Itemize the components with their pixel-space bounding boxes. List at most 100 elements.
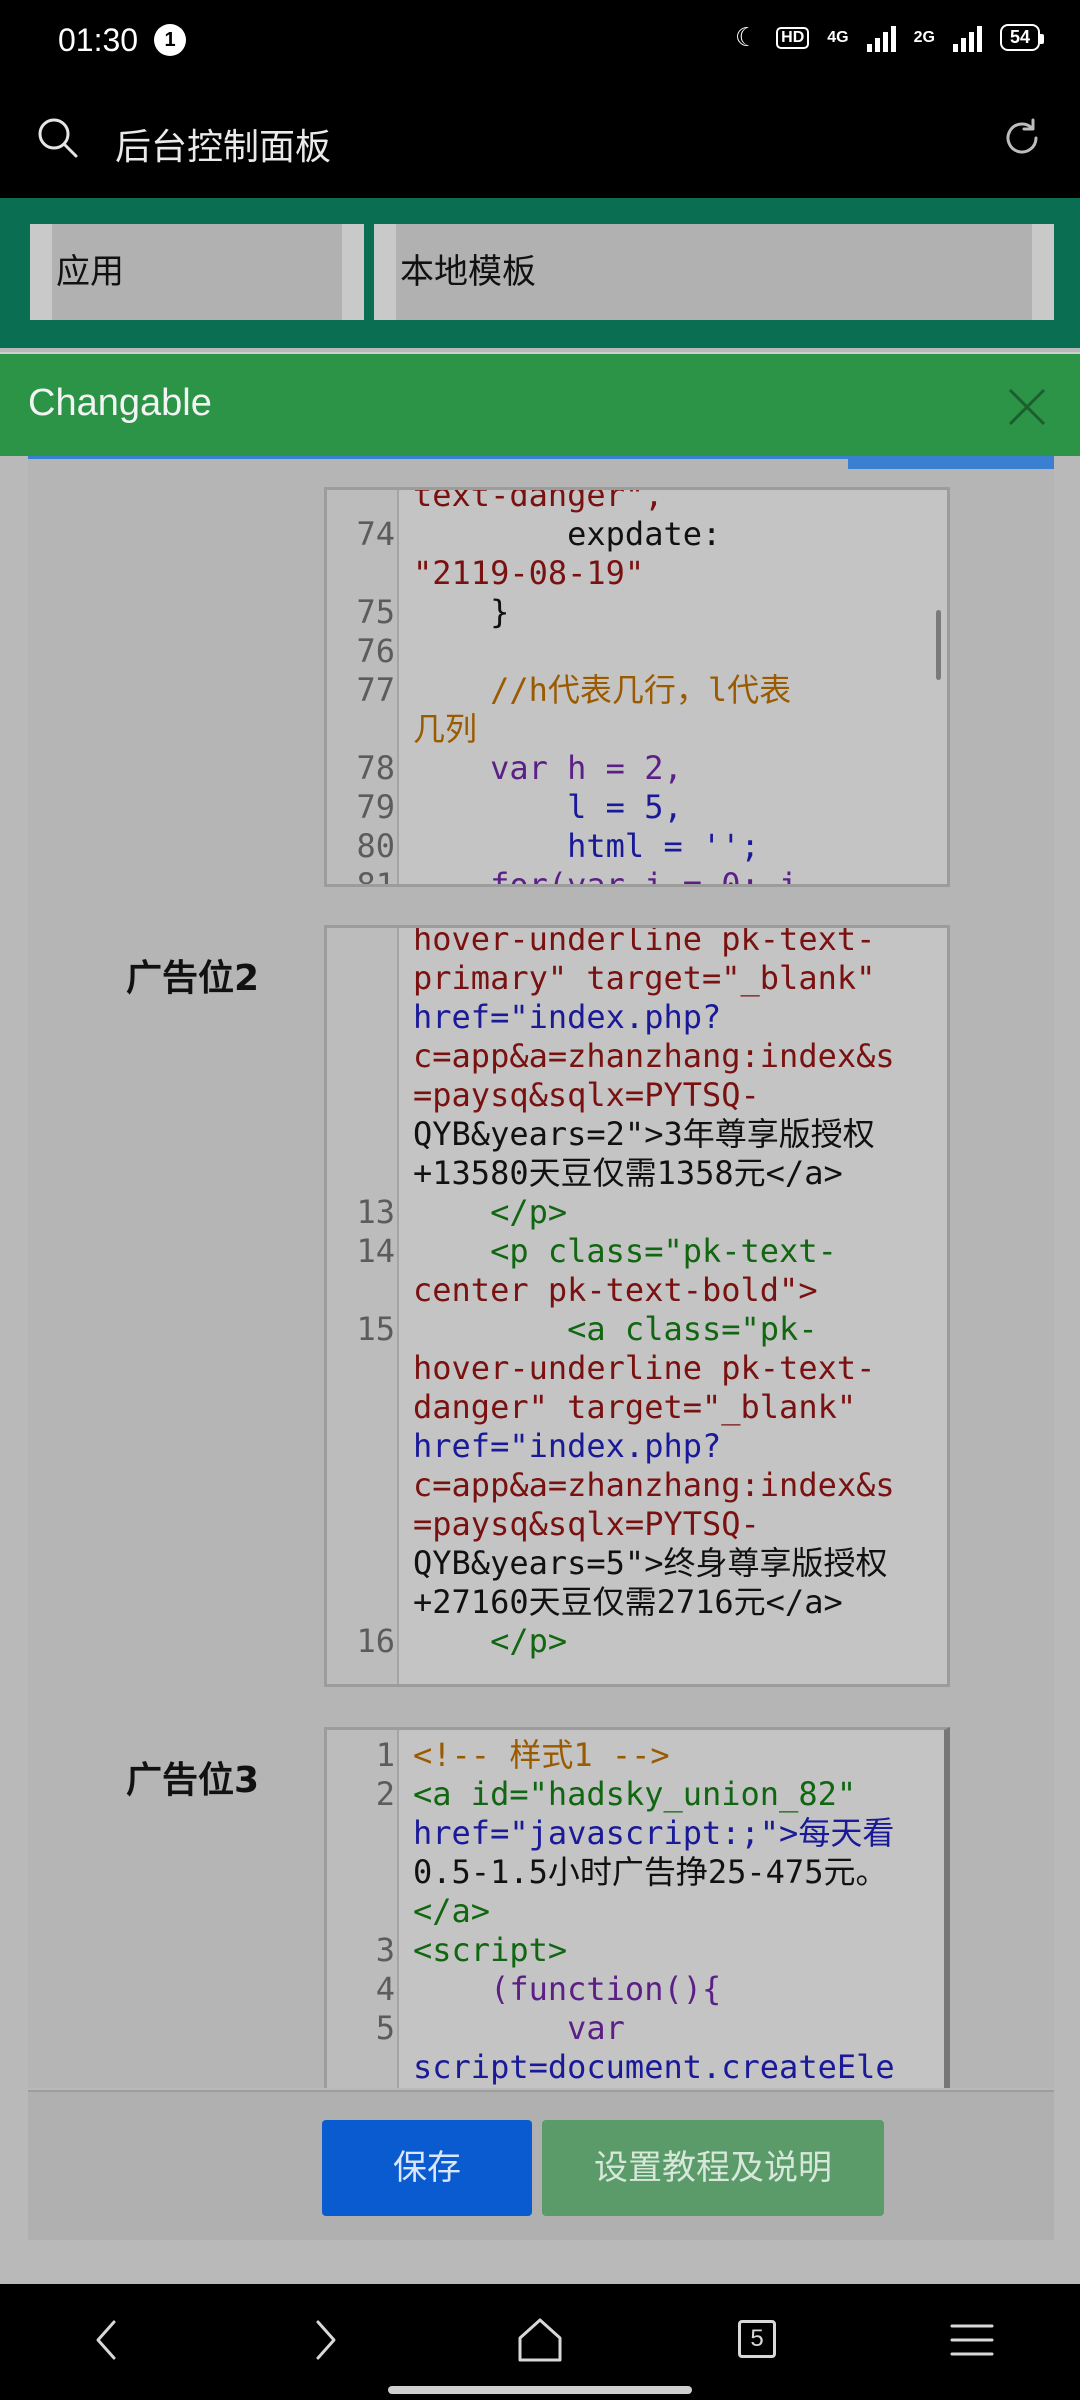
code-text: var h = 2, (413, 749, 683, 787)
refresh-icon[interactable] (1000, 116, 1044, 160)
code-text: 0.5-1.5小时广告挣25-475元。 (413, 1853, 888, 1891)
tab-apps[interactable]: 应用 (30, 224, 364, 320)
app-bar: 后台控制面板 (0, 80, 1080, 198)
code-line: c=app&a=zhanzhang:index&s (327, 1466, 947, 1505)
code-line: =paysq&sqlx=PYTSQ- (327, 1505, 947, 1544)
code-line: 15 <a class="pk- (327, 1310, 947, 1349)
code-line: script=document.createEle (327, 2048, 944, 2087)
code-line: 14 <p class="pk-text- (327, 1232, 947, 1271)
code-line: QYB&years=2">3年尊享版授权 (327, 1115, 947, 1154)
code-line: QYB&years=5">终身尊享版授权 (327, 1544, 947, 1583)
code-line: 81 for(var i = 0; i (327, 866, 947, 887)
battery-icon: 54 (999, 24, 1045, 51)
status-time: 01:30 (58, 22, 139, 58)
code-text: (function(){ (413, 1970, 722, 2008)
code-text: </p> (413, 1193, 568, 1231)
tabs-icon[interactable]: 5 (726, 2310, 786, 2370)
code-line: center pk-text-bold"> (327, 1271, 947, 1310)
line-number: 80 (356, 827, 395, 865)
code-text: 几列 (413, 710, 478, 748)
code-line: 2 <a id="hadsky_union_82" (327, 1775, 944, 1814)
code-editor-2[interactable]: hover-underline pk-text-primary" target=… (324, 925, 950, 1687)
ad-slot-3-label: 广告位3 (126, 1760, 260, 1801)
modal-title: Changable (28, 382, 212, 424)
modal-footer: 保存 设置教程及说明 (28, 2090, 1054, 2240)
code-line: </a> (327, 1892, 944, 1931)
line-number: 79 (356, 788, 395, 826)
code-editor-1[interactable]: text-danger", 74 expdate: "2119-08-19" 75 }… (324, 487, 950, 887)
code-text: center pk-text-bold"> (413, 1271, 818, 1309)
code-line: 0.5-1.5小时广告挣25-475元。 (327, 1853, 944, 1892)
modal-body[interactable]: text-danger", 74 expdate: "2119-08-19" 75 }… (28, 456, 1054, 2088)
home-icon[interactable] (510, 2310, 570, 2370)
code-line: 1 <!-- 样式1 --> (327, 1736, 944, 1775)
code-text: text-danger", (413, 487, 664, 514)
code-line: 5 var (327, 2009, 944, 2048)
line-number: 16 (356, 1622, 395, 1660)
modal-header: Changable (0, 352, 1080, 456)
code-editor-3[interactable]: 1 <!-- 样式1 --> 2 <a id="hadsky_union_82" hre… (324, 1727, 950, 2088)
code-text: l = 5, (413, 788, 683, 826)
status-icons: ☾ HD 4G 2G 54 (734, 22, 1045, 53)
code-line: +13580天豆仅需1358元</a> (327, 1154, 947, 1193)
tutorial-button[interactable]: 设置教程及说明 (542, 2120, 884, 2216)
line-number: 4 (375, 1970, 395, 2008)
hd-badge: HD (776, 26, 810, 49)
code-text: c=app&a=zhanzhang:index&s (413, 1037, 895, 1075)
code-line: 3 <script> (327, 1931, 944, 1970)
bottom-nav-bar: 5 (0, 2284, 1080, 2400)
code-line: 79 l = 5, (327, 788, 947, 827)
close-icon[interactable] (1002, 382, 1052, 432)
code-line: text-danger", (327, 487, 947, 515)
code-text: <!-- 样式1 --> (413, 1736, 670, 1774)
code-text: <script> (413, 1931, 568, 1969)
menu-icon[interactable] (942, 2310, 1002, 2370)
code-text: //h代表几行，l代表 (413, 671, 792, 709)
code-text: hover-underline pk-text- (413, 925, 876, 958)
code-text: +13580天豆仅需1358元</a> (413, 1154, 843, 1192)
search-icon[interactable] (36, 116, 80, 160)
code-line: href="javascript:;">每天看 (327, 1814, 944, 1853)
code-text: href="index.php? (413, 1427, 722, 1465)
line-number: 81 (356, 866, 395, 887)
code-line: 16 </p> (327, 1622, 947, 1661)
save-button[interactable]: 保存 (322, 2120, 532, 2216)
line-number: 3 (375, 1931, 395, 1969)
code-text: script=document.createEle (413, 2048, 895, 2086)
status-bar: 01:30 1 ☾ HD 4G 2G 54 (0, 0, 1080, 80)
code-text: <a id="hadsky_union_82" (413, 1775, 857, 1813)
code-text: hover-underline pk-text- (413, 1349, 876, 1387)
ad-slot-2-label: 广告位2 (126, 958, 260, 999)
line-number: 5 (375, 2009, 395, 2047)
code-text: +27160天豆仅需2716元</a> (413, 1583, 843, 1621)
code-text: QYB&years=5">终身尊享版授权 (413, 1544, 888, 1582)
code-text: c=app&a=zhanzhang:index&s (413, 1466, 895, 1504)
tab-bar: 应用 本地模板 (0, 198, 1080, 348)
line-number: 75 (356, 593, 395, 631)
code-text: var (413, 2009, 625, 2047)
code-text: "2119-08-19" (413, 554, 645, 592)
tab-local-templates[interactable]: 本地模板 (374, 224, 1054, 320)
moon-icon: ☾ (734, 22, 759, 52)
code-text: QYB&years=2">3年尊享版授权 (413, 1115, 875, 1153)
line-number: 1 (375, 1736, 395, 1774)
notification-count-badge: 1 (154, 24, 186, 56)
network-4g-label: 4G (827, 28, 849, 46)
network-2g-label: 2G (913, 28, 935, 46)
code-text: href="index.php? (413, 998, 722, 1036)
code-text: <p class="pk-text- (413, 1232, 837, 1270)
code-line: 76 (327, 632, 947, 671)
code-line: hover-underline pk-text- (327, 925, 947, 959)
code-text: danger" target="_blank" (413, 1388, 857, 1426)
code-line: "2119-08-19" (327, 554, 947, 593)
code-line: 75 } (327, 593, 947, 632)
line-number: 13 (356, 1193, 395, 1231)
line-number: 2 (375, 1775, 395, 1813)
code-text: <a class="pk- (413, 1310, 818, 1348)
signal-icon (866, 24, 896, 52)
back-icon[interactable] (78, 2310, 138, 2370)
home-indicator[interactable] (388, 2386, 692, 2394)
forward-icon[interactable] (294, 2310, 354, 2370)
line-number: 74 (356, 515, 395, 553)
code-text: =paysq&sqlx=PYTSQ- (413, 1076, 760, 1114)
